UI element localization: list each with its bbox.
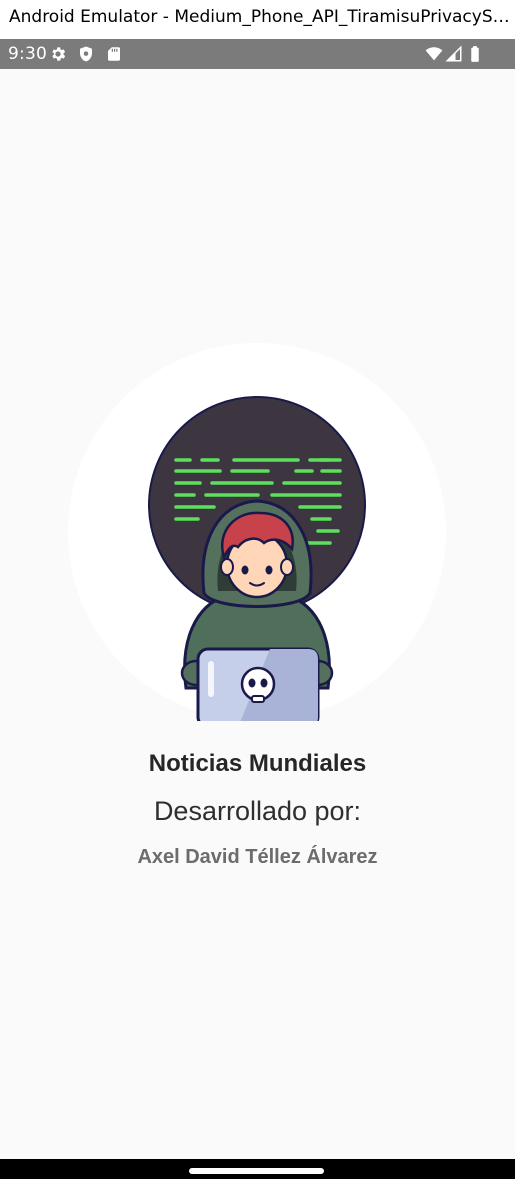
signal-icon — [445, 45, 462, 62]
navigation-bar — [0, 1159, 515, 1179]
wifi-icon — [425, 47, 443, 61]
status-bar: 9:30 — [0, 39, 515, 69]
shield-icon — [80, 46, 92, 62]
sd-card-icon — [108, 47, 120, 61]
emulator-window-title: Android Emulator - Medium_Phone_API_Tira… — [0, 0, 518, 39]
battery-icon — [471, 46, 479, 62]
gear-icon — [52, 47, 66, 61]
app-title: Noticias Mundiales — [148, 750, 367, 777]
status-time: 9:30 — [8, 44, 47, 64]
developed-by-label: Desarrollado por: — [153, 796, 362, 826]
home-gesture-handle[interactable] — [189, 1168, 324, 1174]
hacker-illustration — [148, 396, 366, 721]
author-name: Axel David Téllez Álvarez — [137, 846, 378, 868]
device-screen: 9:30 Noticias Mundiales Desarrollado por… — [0, 39, 515, 1179]
splash-content: Noticias Mundiales Desarrollado por: Axe… — [0, 69, 515, 1159]
